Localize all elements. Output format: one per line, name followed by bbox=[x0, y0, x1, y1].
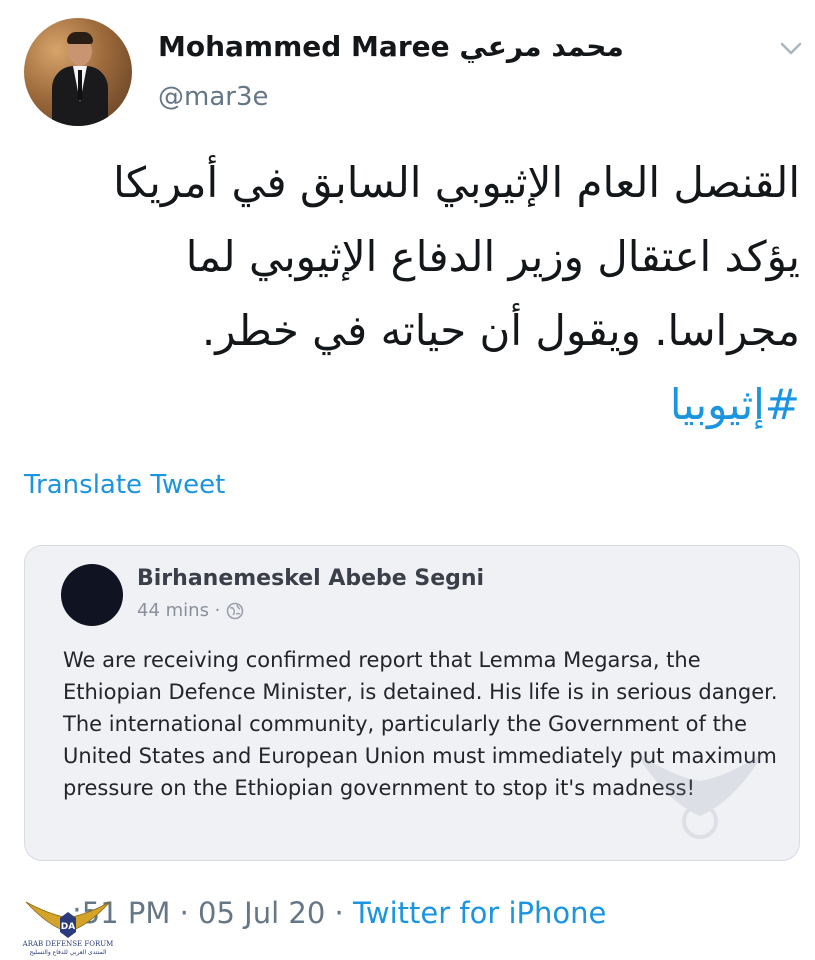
globe-icon bbox=[227, 602, 244, 619]
translate-tweet-link[interactable]: Translate Tweet bbox=[24, 470, 225, 500]
logo-mark: DA bbox=[61, 922, 75, 932]
tweet-source-link[interactable]: Twitter for iPhone bbox=[353, 896, 606, 930]
display-name[interactable]: Mohammed Maree محمد مرعي bbox=[158, 30, 624, 63]
tweet-footer: :51 PM · 05 Jul 20 · Twitter for iPhone … bbox=[20, 890, 800, 956]
post-author-name: Birhanemeskel Abebe Segni bbox=[137, 566, 485, 591]
avatar-hair bbox=[67, 32, 93, 44]
post-time: 44 mins · bbox=[137, 600, 221, 621]
avatar[interactable] bbox=[24, 18, 132, 126]
tweet-line: يؤكد اعتقال وزير الدفاع الإثيوبي لما bbox=[185, 232, 800, 281]
watermark-wings-icon bbox=[635, 751, 765, 839]
tweet-line: القنصل العام الإثيوبي السابق في أمريكا bbox=[113, 158, 800, 207]
logo-emblem-icon: DA bbox=[25, 901, 111, 938]
tweet-timestamp: :51 PM · 05 Jul 20 · Twitter for iPhone bbox=[72, 896, 606, 930]
post-author-avatar bbox=[61, 564, 123, 626]
user-handle[interactable]: @mar3e bbox=[158, 82, 269, 112]
post-meta: 44 mins · bbox=[137, 600, 244, 621]
logo-subtitle: المنتدى العربي للدفاع والتسليح bbox=[29, 949, 107, 956]
author-name-row[interactable]: Mohammed Maree محمد مرعي bbox=[158, 30, 624, 63]
separator: · bbox=[325, 896, 353, 930]
logo-title: ARAB DEFENSE FORUM bbox=[22, 940, 114, 948]
embedded-post-image[interactable]: Birhanemeskel Abebe Segni 44 mins · We a… bbox=[24, 545, 800, 861]
tweet-text: القنصل العام الإثيوبي السابق في أمريكا ي… bbox=[60, 146, 800, 442]
chevron-down-icon[interactable] bbox=[778, 38, 804, 58]
tweet-line: مجراسا. ويقول أن حياته في خطر. bbox=[201, 306, 800, 355]
hashtag-link[interactable]: #إثيوبيا bbox=[60, 368, 800, 442]
arab-defense-forum-logo: DA ARAB DEFENSE FORUM المنتدى العربي للد… bbox=[20, 892, 116, 958]
avatar-tie bbox=[78, 70, 82, 100]
